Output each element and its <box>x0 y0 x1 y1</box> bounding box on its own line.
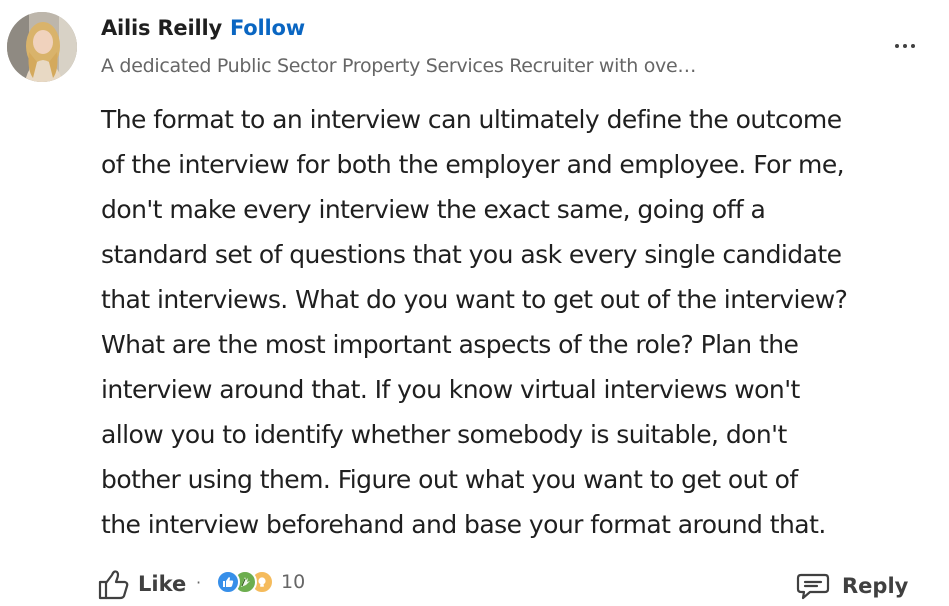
comment-line: The format to an interview can ultimatel… <box>101 105 842 134</box>
comment-line: What are the most important aspects of t… <box>101 330 799 359</box>
comment-line: interview around that. If you know virtu… <box>101 375 800 404</box>
separator-dot: · <box>196 573 202 592</box>
comment-line: allow you to identify whether somebody i… <box>101 420 787 449</box>
comment-line: of the interview for both the employer a… <box>101 150 845 179</box>
author-headline: A dedicated Public Sector Property Servi… <box>101 55 697 77</box>
speech-bubble-icon <box>796 573 830 600</box>
comment-actions-bar: Like · 10 Reply <box>96 560 916 606</box>
comment-line: standard set of questions that you ask e… <box>101 240 842 269</box>
like-label: Like <box>138 572 187 596</box>
ellipsis-icon <box>895 44 915 48</box>
more-options-button[interactable] <box>890 31 920 61</box>
reply-button[interactable]: Reply <box>796 566 908 606</box>
like-button[interactable]: Like <box>96 564 186 604</box>
author-name[interactable]: Ailis Reilly <box>101 16 222 40</box>
comment-text: The format to an interview can ultimatel… <box>101 97 941 547</box>
reactions-summary[interactable]: 10 <box>216 570 305 594</box>
thumbs-up-icon <box>98 570 129 600</box>
follow-button[interactable]: Follow <box>230 16 305 40</box>
comment-card: Ailis Reilly Follow A dedicated Public S… <box>0 0 949 606</box>
reply-label: Reply <box>842 574 909 598</box>
comment-line: that interviews. What do you want to get… <box>101 285 848 314</box>
reaction-count: 10 <box>281 571 306 593</box>
comment-line: don't make every interview the exact sam… <box>101 195 766 224</box>
comment-line: the interview beforehand and base your f… <box>101 510 826 539</box>
comment-line: bother using them. Figure out what you w… <box>101 465 798 494</box>
avatar[interactable] <box>7 12 77 82</box>
like-reaction-icon <box>216 570 240 594</box>
